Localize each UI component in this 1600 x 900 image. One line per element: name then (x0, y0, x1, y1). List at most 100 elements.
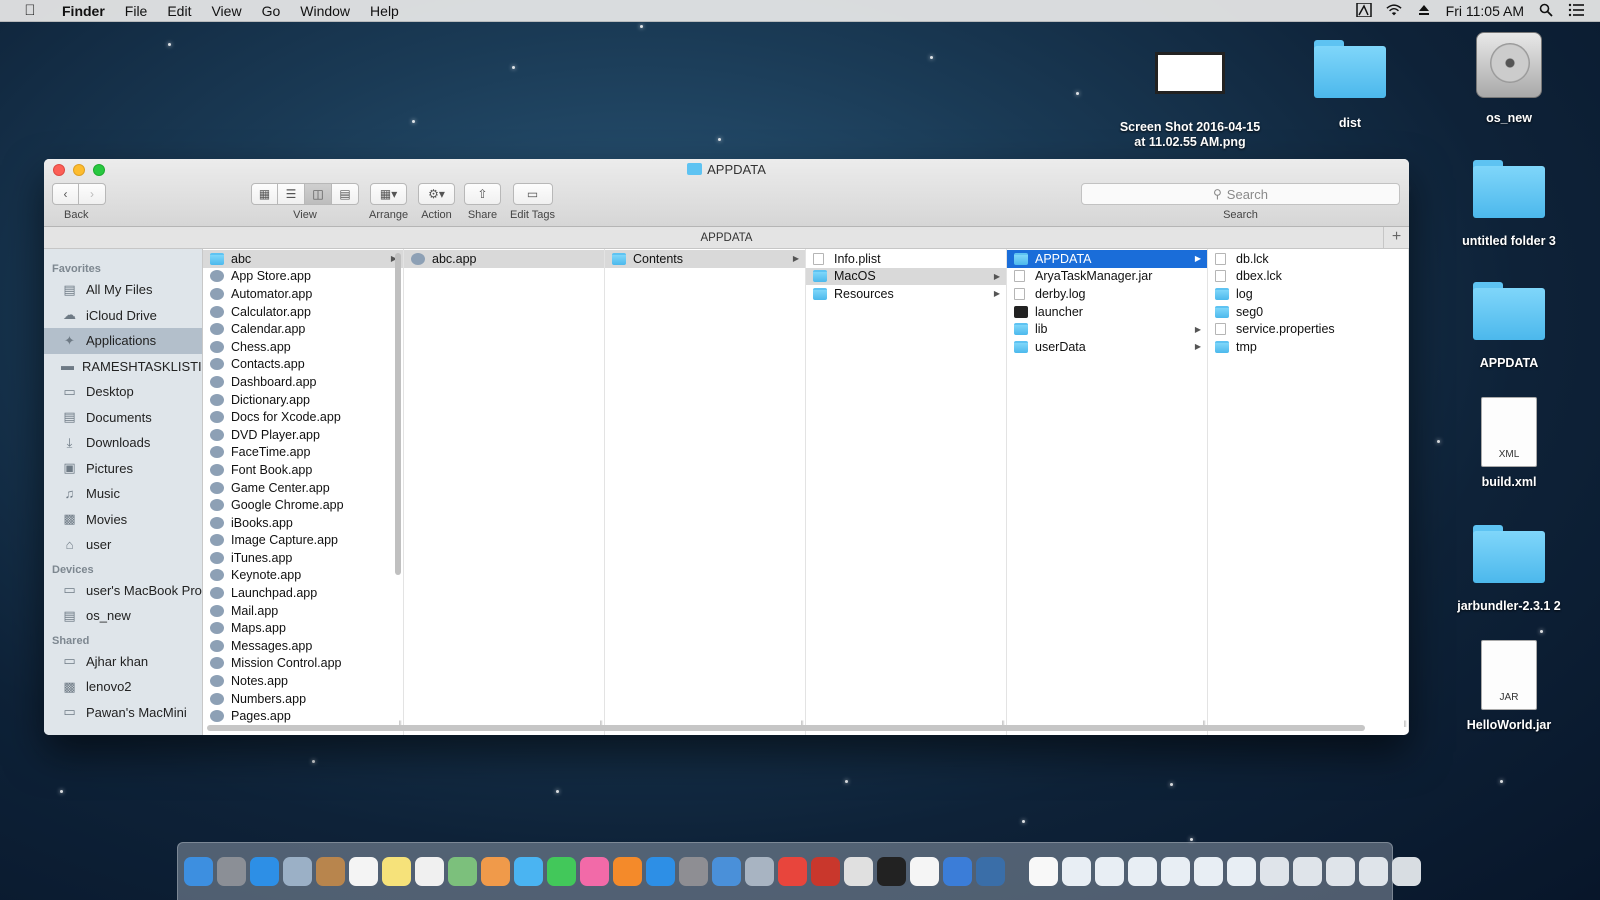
file-list-item[interactable]: Info.plist (806, 250, 1006, 268)
messages-icon[interactable] (514, 857, 543, 886)
calendar-icon[interactable] (349, 857, 378, 886)
sidebar-item-movies[interactable]: ▩ Movies (44, 507, 202, 533)
sidebar-item-user-s-macbook-pro[interactable]: ▭ user's MacBook Pro (44, 578, 202, 604)
file-list-item[interactable]: Calculator.app (203, 303, 403, 321)
file-list-item[interactable]: iTunes.app (203, 549, 403, 567)
screenshot-icon[interactable] (1359, 857, 1388, 886)
maps-icon[interactable] (448, 857, 477, 886)
sidebar-item-ajhar-khan[interactable]: ▭ Ajhar khan (44, 649, 202, 675)
file-list-item[interactable]: Resources ▶ (806, 285, 1006, 303)
share-button[interactable]: ⇧ (464, 183, 501, 205)
arrange-button[interactable]: ▦▾ (370, 183, 408, 205)
network-utility-icon[interactable] (745, 857, 774, 886)
app-store-icon[interactable] (646, 857, 675, 886)
screenshot-icon[interactable] (1095, 857, 1124, 886)
file-list-item[interactable]: Mission Control.app (203, 655, 403, 673)
file-list-item[interactable]: log (1208, 285, 1408, 303)
sidebar-item-user[interactable]: ⌂ user (44, 532, 202, 558)
file-list-item[interactable]: FaceTime.app (203, 444, 403, 462)
file-list-item[interactable]: Dashboard.app (203, 373, 403, 391)
file-list-item[interactable]: Notes.app (203, 672, 403, 690)
file-list-item[interactable]: Game Center.app (203, 479, 403, 497)
screenshot-icon[interactable] (1062, 857, 1091, 886)
edit-tags-button[interactable]: ▭ (512, 183, 553, 205)
file-list-item[interactable]: APPDATA ▶ (1007, 250, 1207, 268)
database-icon[interactable] (976, 857, 1005, 886)
file-list-item[interactable]: Maps.app (203, 619, 403, 637)
desktop-item-screenshot[interactable]: Screen Shot 2016-04-15 at 11.02.55 AM.pn… (1115, 46, 1265, 150)
reminders-icon[interactable] (415, 857, 444, 886)
screenshot-icon[interactable] (1293, 857, 1322, 886)
sidebar-item-pawan-s-macmini[interactable]: ▭ Pawan's MacMini (44, 700, 202, 726)
file-list-item[interactable]: abc ▶ (203, 250, 403, 268)
file-list-item[interactable]: dbex.lck (1208, 268, 1408, 286)
screenshot-icon[interactable] (1194, 857, 1223, 886)
launchpad-icon[interactable] (217, 857, 246, 886)
desktop-item-jarbundler[interactable]: jarbundler-2.3.1 2 (1434, 525, 1584, 614)
cover-flow-button[interactable]: ▤ (332, 183, 359, 205)
file-list-item[interactable]: Font Book.app (203, 461, 403, 479)
sidebar-item-icloud-drive[interactable]: ☁ iCloud Drive (44, 303, 202, 329)
file-list-item[interactable]: App Store.app (203, 268, 403, 286)
sidebar-item-all-my-files[interactable]: ▤ All My Files (44, 277, 202, 303)
photos-icon[interactable] (481, 857, 510, 886)
file-list-item[interactable]: userData ▶ (1007, 338, 1207, 356)
desktop-item-helloworld-jar[interactable]: JAR HelloWorld.jar (1434, 640, 1584, 733)
icon-view-button[interactable]: ▦ (251, 183, 278, 205)
document-icon[interactable] (1029, 857, 1058, 886)
file-list-item[interactable]: Numbers.app (203, 690, 403, 708)
menu-help[interactable]: Help (360, 3, 409, 19)
system-preferences-icon[interactable] (679, 857, 708, 886)
notes-icon[interactable] (382, 857, 411, 886)
notification-center-icon[interactable] (1568, 3, 1584, 20)
file-list-item[interactable]: Mail.app (203, 602, 403, 620)
preview-icon[interactable] (283, 857, 312, 886)
file-list-item[interactable]: abc.app (404, 250, 604, 268)
finder-icon[interactable] (184, 857, 213, 886)
textedit-icon[interactable] (910, 857, 939, 886)
desktop-item-os-new[interactable]: os_new (1434, 32, 1584, 126)
menu-finder[interactable]: Finder (52, 3, 115, 19)
screenshot-icon[interactable] (1161, 857, 1190, 886)
chrome-icon[interactable] (778, 857, 807, 886)
column-view-button[interactable]: ◫ (305, 183, 332, 205)
file-list-item[interactable]: lib ▶ (1007, 320, 1207, 338)
file-list-item[interactable]: Launchpad.app (203, 584, 403, 602)
file-list-item[interactable]: Docs for Xcode.app (203, 408, 403, 426)
itunes-icon[interactable] (580, 857, 609, 886)
file-list-item[interactable]: Image Capture.app (203, 532, 403, 550)
screenshot-icon[interactable] (1260, 857, 1289, 886)
sidebar-item-lenovo2[interactable]: ▩ lenovo2 (44, 674, 202, 700)
file-list-item[interactable]: iBooks.app (203, 514, 403, 532)
file-list-item[interactable]: db.lck (1208, 250, 1408, 268)
file-list-item[interactable]: derby.log (1007, 285, 1207, 303)
sidebar-item-desktop[interactable]: ▭ Desktop (44, 379, 202, 405)
sidebar-item-downloads[interactable]: ⤓ Downloads (44, 430, 202, 456)
activity-monitor-icon[interactable] (844, 857, 873, 886)
file-list-item[interactable]: Google Chrome.app (203, 496, 403, 514)
desktop-item-dist[interactable]: dist (1275, 40, 1425, 131)
horizontal-scrollbar[interactable] (207, 725, 1365, 731)
screenshot-icon[interactable] (1128, 857, 1157, 886)
menu-file[interactable]: File (115, 3, 158, 19)
file-list-item[interactable]: Pages.app (203, 707, 403, 725)
file-list-item[interactable]: launcher (1007, 303, 1207, 321)
sidebar-item-documents[interactable]: ▤ Documents (44, 405, 202, 431)
facetime-icon[interactable] (547, 857, 576, 886)
desktop-item-untitled-folder-3[interactable]: untitled folder 3 (1434, 160, 1584, 249)
back-button[interactable]: ‹ (52, 183, 79, 205)
sidebar-item-applications[interactable]: ✦ Applications (44, 328, 202, 354)
file-list-item[interactable]: service.properties (1208, 320, 1408, 338)
safari-icon[interactable] (250, 857, 279, 886)
desktop-item-build-xml[interactable]: XML build.xml (1434, 397, 1584, 490)
sidebar-item-music[interactable]: ♫ Music (44, 481, 202, 507)
column-resize-handle[interactable]: ‖ (1403, 719, 1407, 729)
search-input[interactable]: ⚲ Search (1081, 183, 1400, 205)
action-button[interactable]: ⚙▾ (418, 183, 455, 205)
file-list-item[interactable]: Keynote.app (203, 567, 403, 585)
screenshot-icon[interactable] (1326, 857, 1355, 886)
filezilla-status-icon[interactable] (1355, 2, 1372, 20)
trash-icon[interactable] (1392, 857, 1421, 886)
terminal-icon[interactable] (877, 857, 906, 886)
sidebar-item-rameshtasklistios[interactable]: ▬ RAMESHTASKLISTIOS (44, 354, 202, 380)
